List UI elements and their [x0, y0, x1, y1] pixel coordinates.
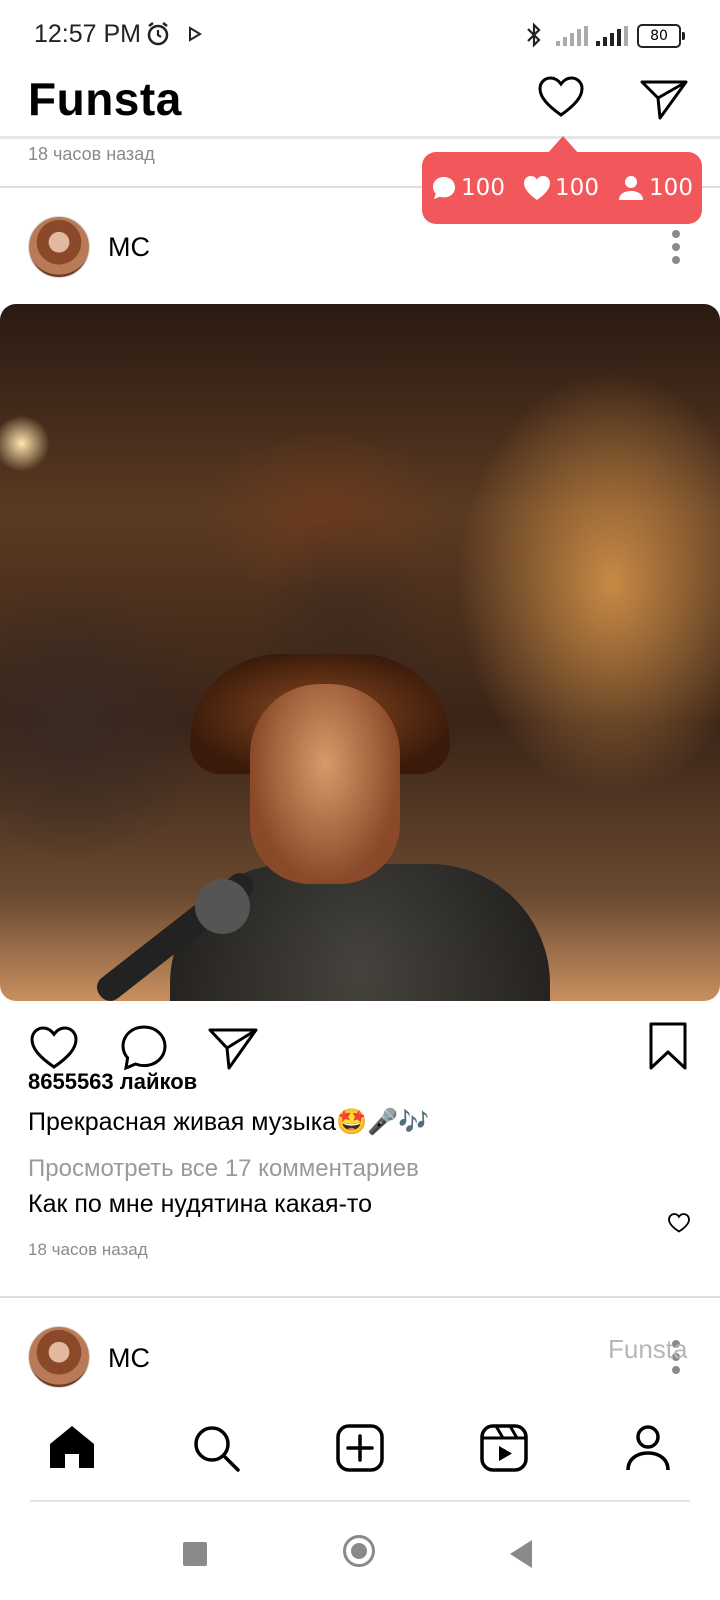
previous-post-time: 18 часов назад — [28, 144, 155, 164]
top-comment: Как по мне нудятина какая-то — [28, 1190, 372, 1218]
like-count: 8655563 лайков — [28, 1069, 198, 1094]
post-caption: Прекрасная живая музыка🤩🎤🎶 — [28, 1108, 430, 1136]
profile-icon[interactable] — [624, 1424, 672, 1472]
send-icon[interactable] — [640, 78, 688, 122]
watermark: Funsta — [608, 1334, 688, 1364]
like-icon[interactable] — [30, 1026, 78, 1070]
recent-apps-button[interactable] — [183, 1542, 207, 1566]
tooltip-likes: 100 — [523, 175, 599, 201]
comment-outline-icon[interactable] — [120, 1024, 168, 1072]
activity-tooltip[interactable]: 100 100 100 — [422, 152, 702, 224]
avatar-next[interactable] — [28, 1326, 90, 1388]
post-image[interactable] — [0, 304, 720, 1001]
tooltip-followers: 100 — [617, 175, 693, 201]
comment-like-icon[interactable] — [668, 1213, 690, 1233]
more-options-icon[interactable] — [672, 230, 680, 269]
post-time: 18 часов назад — [28, 1240, 148, 1259]
media-play-icon — [189, 26, 202, 42]
share-icon[interactable] — [208, 1026, 258, 1072]
home-icon[interactable] — [48, 1424, 96, 1470]
alarm-icon — [147, 22, 169, 46]
next-post-username[interactable]: МС — [108, 1343, 150, 1374]
post-username[interactable]: МС — [108, 232, 150, 263]
status-time: 12:57 PM — [34, 20, 142, 48]
back-button[interactable] — [510, 1540, 532, 1568]
battery-icon: 80 — [637, 24, 685, 48]
signal-icon — [556, 26, 588, 46]
add-post-icon[interactable] — [336, 1424, 384, 1472]
reels-icon[interactable] — [480, 1424, 528, 1472]
nav-divider — [30, 1500, 690, 1502]
bluetooth-icon — [527, 22, 541, 48]
view-comments-link[interactable]: Просмотреть все 17 комментариев — [28, 1155, 419, 1183]
home-button[interactable] — [343, 1535, 375, 1567]
avatar[interactable] — [28, 216, 90, 278]
header-divider — [0, 136, 720, 139]
comment-icon — [433, 177, 456, 199]
signal-icon-2 — [596, 26, 628, 46]
likes-count: 100 — [555, 175, 599, 201]
person-icon — [619, 176, 644, 200]
search-icon[interactable] — [192, 1424, 240, 1472]
heart-filled-icon — [524, 176, 551, 200]
comments-count: 100 — [461, 175, 505, 201]
followers-count: 100 — [649, 175, 693, 201]
post-divider-2 — [0, 1296, 720, 1298]
tooltip-comments: 100 — [431, 175, 505, 201]
bookmark-icon[interactable] — [648, 1022, 688, 1070]
app-title: Funsta — [28, 73, 182, 125]
heart-icon[interactable] — [538, 76, 584, 118]
